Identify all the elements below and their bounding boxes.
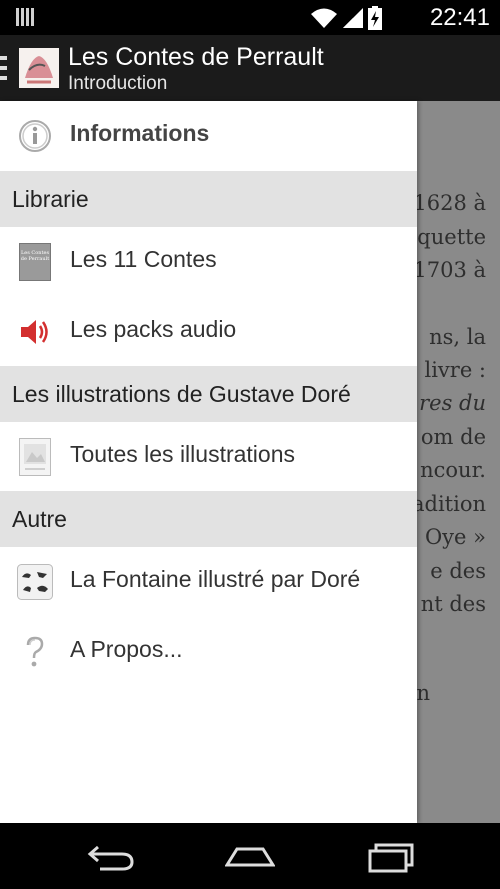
content-text-line: 1703 à	[413, 258, 486, 282]
status-time: 22:41	[429, 4, 490, 31]
drawer-item-label: Informations	[70, 120, 210, 146]
content-text-line: om de	[420, 425, 486, 449]
system-nav-bar	[0, 823, 500, 889]
home-icon[interactable]	[225, 841, 275, 873]
app-logo-icon[interactable]	[19, 48, 59, 88]
drawer-item-label: Toutes les illustrations	[70, 441, 295, 467]
notification-icon	[16, 8, 34, 26]
content-text-line: ncour.	[420, 458, 486, 482]
content-text-line: Oye »	[424, 525, 486, 549]
content-text-line: ns, la	[429, 325, 486, 349]
status-icons	[310, 6, 382, 30]
section-header-autre: Autre	[0, 491, 417, 547]
status-bar: 22:41	[0, 0, 500, 35]
content-text-line: livre :	[424, 358, 486, 382]
book-cover-icon: Les Contes de Perrault	[17, 243, 53, 281]
content-text-line: quette	[417, 225, 486, 249]
drawer-item-informations[interactable]: Informations	[0, 101, 417, 171]
battery-charging-icon	[368, 6, 382, 30]
section-title: Autre	[12, 506, 67, 532]
drawer-toggle-icon[interactable]	[0, 56, 7, 80]
wifi-icon	[311, 8, 337, 28]
content-text-line: nt des	[420, 592, 486, 616]
illustration-icon	[17, 438, 53, 476]
book-cover-text: Les Contes de Perrault	[19, 243, 51, 281]
content-text-line: n	[416, 681, 430, 705]
content-text-line: 1628 à	[413, 191, 486, 215]
drawer-item-a-propos[interactable]: A Propos...	[0, 617, 417, 687]
action-bar: Les Contes de Perrault Introduction	[0, 35, 500, 101]
animals-icon	[17, 564, 53, 600]
app-subtitle: Introduction	[68, 73, 168, 94]
back-icon[interactable]	[86, 841, 136, 873]
navigation-drawer: Informations Librarie Les Contes de Perr…	[0, 101, 417, 823]
question-icon	[17, 634, 53, 670]
signal-icon	[343, 8, 363, 28]
drawer-item-label: Les 11 Contes	[70, 246, 217, 272]
recent-apps-icon[interactable]	[366, 841, 416, 873]
app-title: Les Contes de Perrault	[68, 43, 324, 71]
drawer-item-la-fontaine[interactable]: La Fontaine illustré par Doré	[0, 547, 417, 617]
info-icon	[17, 118, 53, 154]
content-text-line: e des	[430, 559, 486, 583]
content-text-line: adition	[411, 492, 486, 516]
drawer-item-label: Les packs audio	[70, 316, 237, 342]
section-title: Les illustrations de Gustave Doré	[12, 381, 351, 407]
drawer-item-label: A Propos...	[70, 636, 183, 662]
section-title: Librarie	[12, 186, 89, 212]
drawer-item-packs-audio[interactable]: Les packs audio	[0, 297, 417, 367]
speaker-icon	[17, 314, 53, 350]
section-header-illustrations: Les illustrations de Gustave Doré	[0, 366, 417, 422]
drawer-item-toutes-illustrations[interactable]: Toutes les illustrations	[0, 422, 417, 492]
content-text-line: res du	[419, 391, 486, 415]
drawer-item-contes[interactable]: Les Contes de Perrault Les 11 Contes	[0, 227, 417, 297]
drawer-item-label: La Fontaine illustré par Doré	[70, 566, 361, 592]
section-header-librarie: Librarie	[0, 171, 417, 227]
